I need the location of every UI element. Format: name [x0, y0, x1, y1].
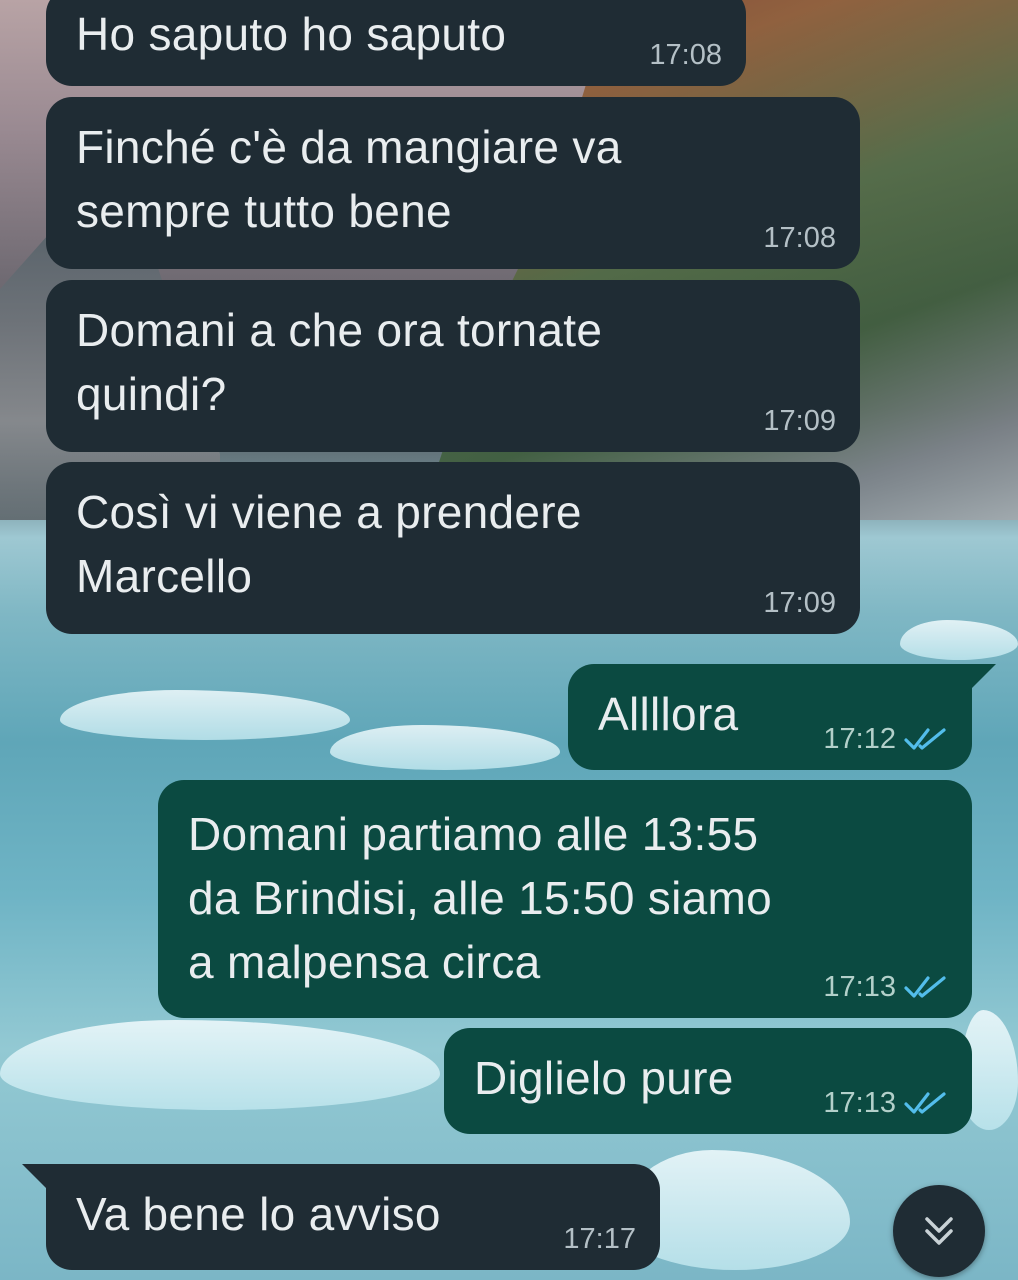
- incoming-message[interactable]: Domani a che ora tornate quindi? 17:09: [46, 280, 860, 452]
- message-text: Così vi viene a prendere Marcello: [76, 486, 582, 602]
- message-time: 17:08: [763, 222, 836, 254]
- wallpaper-ice: [900, 620, 1018, 660]
- double-check-icon: [904, 1092, 946, 1114]
- message-time: 17:08: [649, 39, 722, 71]
- message-time: 17:12: [823, 723, 896, 755]
- message-text: Ho saputo ho saputo: [76, 8, 507, 60]
- message-meta: 17:13: [823, 970, 948, 1004]
- message-text: Domani a che ora tornate quindi?: [76, 304, 603, 420]
- message-text: Finché c'è da mangiare va sempre tutto b…: [76, 121, 622, 237]
- outgoing-message[interactable]: Diglielo pure 17:13: [444, 1028, 972, 1134]
- double-check-icon: [904, 728, 946, 750]
- message-meta: 17:13: [823, 1086, 948, 1120]
- chevron-double-down-icon: [925, 1217, 953, 1245]
- scroll-to-bottom-button[interactable]: [893, 1185, 985, 1277]
- wallpaper-ice: [330, 725, 560, 770]
- message-time: 17:09: [763, 405, 836, 437]
- incoming-message[interactable]: Ho saputo ho saputo 17:08: [46, 0, 746, 86]
- outgoing-message[interactable]: Allllora 17:12: [568, 664, 972, 770]
- message-text: Domani partiamo alle 13:55 da Brindisi, …: [188, 808, 773, 988]
- message-time: 17:17: [563, 1223, 636, 1255]
- outgoing-message[interactable]: Domani partiamo alle 13:55 da Brindisi, …: [158, 780, 972, 1018]
- incoming-message[interactable]: Finché c'è da mangiare va sempre tutto b…: [46, 97, 860, 269]
- wallpaper-ice: [0, 1020, 440, 1110]
- message-time: 17:13: [823, 971, 896, 1003]
- double-check-icon: [904, 976, 946, 998]
- message-time: 17:13: [823, 1087, 896, 1119]
- incoming-message[interactable]: Va bene lo avviso 17:17: [46, 1164, 660, 1270]
- wallpaper-ice: [60, 690, 350, 740]
- message-time: 17:09: [763, 587, 836, 619]
- message-meta: 17:12: [823, 722, 948, 756]
- message-text: Va bene lo avviso: [76, 1188, 441, 1240]
- incoming-message[interactable]: Così vi viene a prendere Marcello 17:09: [46, 462, 860, 634]
